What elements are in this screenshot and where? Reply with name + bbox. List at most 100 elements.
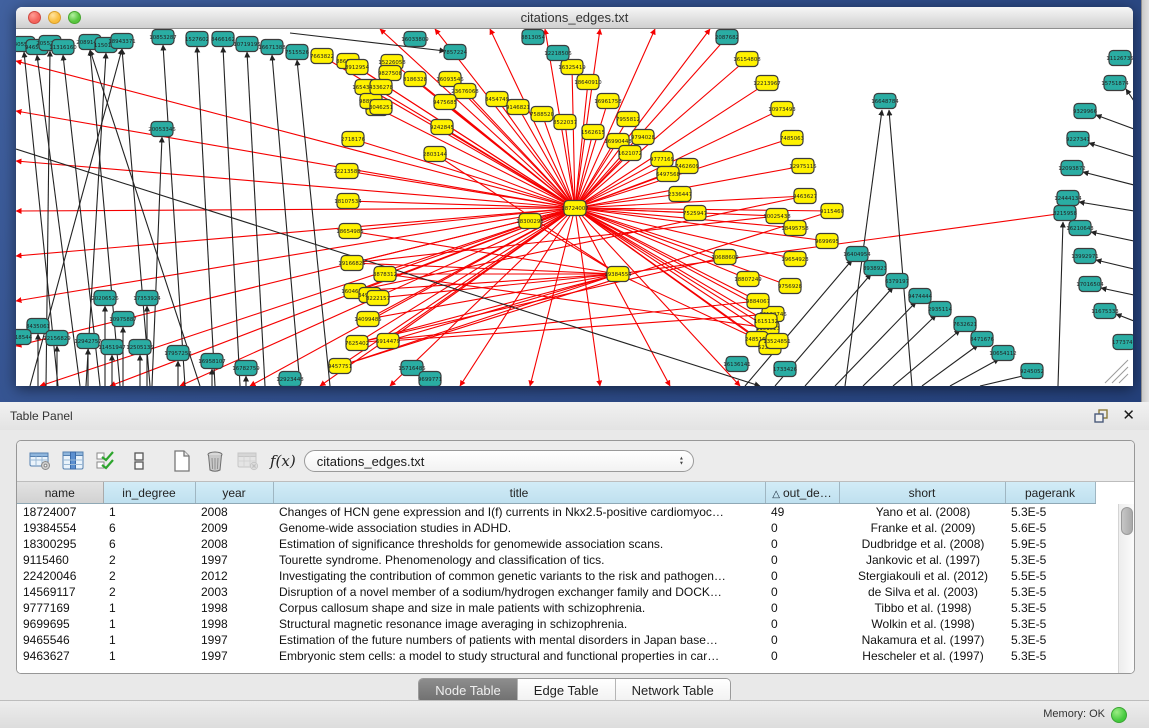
graph-node[interactable]: 9463627 bbox=[793, 189, 817, 204]
graph-node[interactable]: 7525947 bbox=[683, 206, 707, 221]
graph-node[interactable]: 10719195 bbox=[233, 37, 260, 52]
table-cell[interactable]: 6 bbox=[103, 536, 195, 552]
table-cell[interactable]: 18300295 bbox=[17, 536, 103, 552]
graph-node[interactable]: 16782759 bbox=[232, 361, 260, 376]
graph-node[interactable]: 9475685 bbox=[433, 95, 457, 110]
graph-node[interactable]: 19654923 bbox=[781, 252, 808, 267]
tab-network-table[interactable]: Network Table bbox=[616, 679, 730, 702]
table-cell[interactable]: Structural magnetic resonance image aver… bbox=[273, 616, 765, 632]
graph-node[interactable]: 6497568 bbox=[656, 167, 681, 182]
table-cell[interactable]: 5.3E-5 bbox=[1005, 648, 1095, 664]
graph-node[interactable]: 12975115 bbox=[789, 159, 816, 174]
table-cell[interactable]: 0 bbox=[765, 648, 839, 664]
network-window-titlebar[interactable]: citations_edges.txt bbox=[16, 7, 1133, 29]
table-cell[interactable]: Investigating the contribution of common… bbox=[273, 568, 765, 584]
table-cell[interactable]: 2009 bbox=[195, 520, 273, 536]
column-header-out_de[interactable]: △out_de… bbox=[765, 482, 839, 504]
table-cell[interactable]: 5.9E-5 bbox=[1005, 536, 1095, 552]
graph-node[interactable]: 9474444 bbox=[908, 289, 933, 304]
graph-node[interactable]: 9699695 bbox=[815, 234, 839, 249]
table-cell[interactable]: 2012 bbox=[195, 568, 273, 584]
graph-node[interactable]: 13992971 bbox=[1071, 249, 1098, 264]
table-cell[interactable]: 0 bbox=[765, 520, 839, 536]
table-row[interactable]: 911546021997Tourette syndrome. Phenomeno… bbox=[17, 552, 1095, 568]
graph-node[interactable]: 1615132 bbox=[754, 314, 778, 329]
graph-node[interactable]: 9794028 bbox=[631, 130, 656, 145]
graph-node[interactable]: 9227341 bbox=[1066, 132, 1090, 147]
table-cell[interactable]: 9465546 bbox=[17, 632, 103, 648]
table-cell[interactable]: 0 bbox=[765, 616, 839, 632]
table-row[interactable]: 1872400712008Changes of HCN gene express… bbox=[17, 504, 1095, 521]
table-cell[interactable]: 5.3E-5 bbox=[1005, 584, 1095, 600]
table-cell[interactable]: Estimation of the future numbers of pati… bbox=[273, 632, 765, 648]
graph-node[interactable]: 16648784 bbox=[871, 94, 899, 109]
table-cell[interactable]: Yano et al. (2008) bbox=[839, 504, 1005, 521]
table-cell[interactable]: 0 bbox=[765, 600, 839, 616]
table-row[interactable]: 969969511998Structural magnetic resonanc… bbox=[17, 616, 1095, 632]
table-cell[interactable]: 19384554 bbox=[17, 520, 103, 536]
graph-node[interactable]: 4336278 bbox=[369, 80, 394, 95]
table-cell[interactable]: 5.3E-5 bbox=[1005, 504, 1095, 521]
network-canvas-svg[interactable]: 1872400776638228860128891295416543398234… bbox=[16, 29, 1133, 386]
table-cell[interactable]: 1998 bbox=[195, 616, 273, 632]
table-cell[interactable]: 5.3E-5 bbox=[1005, 632, 1095, 648]
graph-node[interactable]: 9329966 bbox=[1073, 104, 1098, 119]
new-table-icon[interactable] bbox=[167, 447, 197, 475]
graph-node[interactable]: 1621072 bbox=[618, 146, 642, 161]
graph-node[interactable]: 7663822 bbox=[310, 49, 334, 64]
table-cell[interactable]: 1 bbox=[103, 504, 195, 521]
graph-node[interactable]: 18943371 bbox=[108, 34, 135, 49]
table-cell[interactable]: 2 bbox=[103, 552, 195, 568]
graph-node[interactable]: 18107534 bbox=[334, 194, 362, 209]
select-rows-icon[interactable] bbox=[91, 447, 121, 475]
graph-node[interactable]: 16033809 bbox=[401, 32, 429, 47]
table-cell[interactable]: Estimation of significance thresholds fo… bbox=[273, 536, 765, 552]
graph-node[interactable]: 12093872 bbox=[1058, 161, 1085, 176]
graph-node[interactable]: 2718176 bbox=[341, 132, 366, 147]
table-cell[interactable]: 1998 bbox=[195, 600, 273, 616]
graph-node[interactable]: 9884067 bbox=[746, 294, 770, 309]
table-cell[interactable]: de Silva et al. (2003) bbox=[839, 584, 1005, 600]
delete-rows-icon[interactable] bbox=[200, 447, 230, 475]
table-cell[interactable]: Jankovic et al. (1997) bbox=[839, 552, 1005, 568]
resize-grip-icon[interactable] bbox=[1105, 360, 1128, 383]
graph-node[interactable]: 2336447 bbox=[668, 187, 692, 202]
table-cell[interactable]: 1 bbox=[103, 632, 195, 648]
graph-node[interactable]: 8813054 bbox=[521, 30, 546, 45]
graph-node[interactable]: 16958107 bbox=[198, 354, 225, 369]
table-cell[interactable]: 1 bbox=[103, 600, 195, 616]
graph-node[interactable]: 16154808 bbox=[733, 52, 761, 67]
table-cell[interactable]: 2008 bbox=[195, 504, 273, 521]
table-cell[interactable]: 2 bbox=[103, 568, 195, 584]
float-panel-icon[interactable] bbox=[1093, 408, 1109, 424]
table-cell[interactable]: Hescheler et al. (1997) bbox=[839, 648, 1005, 664]
table-cell[interactable]: 6 bbox=[103, 520, 195, 536]
function-builder-icon[interactable]: f(x) bbox=[270, 452, 296, 470]
graph-node[interactable]: 16671388 bbox=[258, 40, 286, 55]
tab-node-table[interactable]: Node Table bbox=[419, 679, 518, 702]
table-cell[interactable]: 49 bbox=[765, 504, 839, 521]
graph-node[interactable]: 8471676 bbox=[970, 332, 995, 347]
graph-node[interactable]: 9457751 bbox=[328, 359, 352, 374]
graph-node[interactable]: 18654985 bbox=[336, 224, 363, 239]
graph-node[interactable]: 9827508 bbox=[378, 66, 403, 81]
table-cell[interactable]: Wolkin et al. (1998) bbox=[839, 616, 1005, 632]
graph-node[interactable]: 10853287 bbox=[149, 30, 176, 45]
graph-node[interactable]: 8912954 bbox=[345, 60, 370, 75]
table-cell[interactable]: Franke et al. (2009) bbox=[839, 520, 1005, 536]
table-cell[interactable]: 9699695 bbox=[17, 616, 103, 632]
graph-node[interactable]: 16325419 bbox=[558, 60, 586, 75]
graph-node[interactable]: 12444134 bbox=[1054, 191, 1082, 206]
graph-node[interactable]: 19384554 bbox=[604, 267, 632, 282]
table-cell[interactable]: 1 bbox=[103, 616, 195, 632]
graph-node[interactable]: 20206526 bbox=[91, 291, 119, 306]
table-settings-icon[interactable] bbox=[25, 447, 55, 475]
graph-node[interactable]: 3878312 bbox=[373, 267, 397, 282]
graph-node[interactable]: 8222157 bbox=[366, 291, 390, 306]
table-cell[interactable]: 0 bbox=[765, 584, 839, 600]
table-cell[interactable]: 0 bbox=[765, 536, 839, 552]
table-row[interactable]: 1830029562008Estimation of significance … bbox=[17, 536, 1095, 552]
table-cell[interactable]: Embryonic stem cells: a model to study s… bbox=[273, 648, 765, 664]
graph-node[interactable]: 20053346 bbox=[148, 122, 176, 137]
table-cell[interactable]: 0 bbox=[765, 632, 839, 648]
